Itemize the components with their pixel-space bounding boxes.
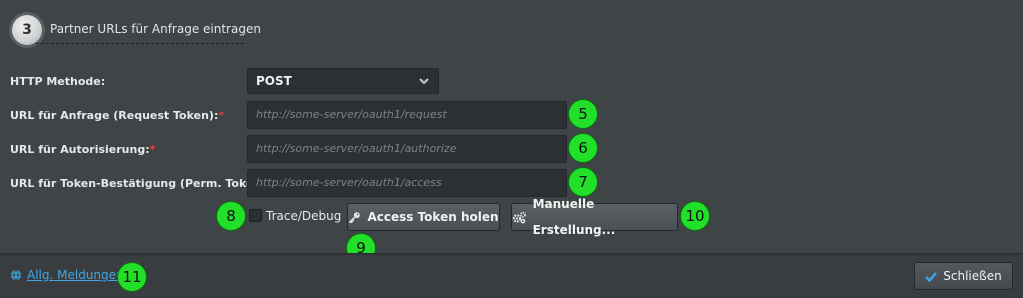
access-token-button-label: Access Token holen bbox=[367, 210, 499, 224]
authorize-url-label: URL für Autorisierung:* bbox=[10, 143, 156, 156]
required-marker: * bbox=[149, 143, 156, 156]
request-url-label: URL für Anfrage (Request Token):* bbox=[10, 109, 225, 122]
access-token-button[interactable]: Access Token holen bbox=[347, 203, 500, 231]
callout-badge-5: 5 bbox=[568, 99, 598, 129]
key-icon bbox=[349, 211, 361, 223]
general-messages-link[interactable]: Allg. Meldungen bbox=[27, 268, 124, 282]
manual-creation-button[interactable]: Manuelle Erstellung... bbox=[511, 197, 678, 237]
http-method-value: POST bbox=[256, 74, 292, 88]
dialog-footer bbox=[0, 253, 1023, 298]
callout-badge-8: 8 bbox=[216, 201, 246, 231]
authorize-url-input[interactable]: http://some-server/oauth1/authorize bbox=[247, 135, 567, 163]
callout-badge-6: 6 bbox=[568, 133, 598, 163]
access-url-placeholder: http://some-server/oauth1/access bbox=[256, 176, 442, 189]
step-divider bbox=[36, 43, 244, 44]
http-method-label: HTTP Methode: bbox=[10, 75, 106, 88]
close-button-label: Schließen bbox=[943, 269, 1002, 283]
trace-debug-label[interactable]: Trace/Debug bbox=[266, 209, 341, 223]
messages-link-row: Allg. Meldungen bbox=[10, 268, 124, 282]
request-url-input[interactable]: http://some-server/oauth1/request bbox=[247, 101, 567, 129]
required-marker: * bbox=[218, 109, 225, 122]
trace-debug-checkbox[interactable] bbox=[249, 209, 262, 222]
request-url-placeholder: http://some-server/oauth1/request bbox=[256, 108, 447, 121]
step-title: Partner URLs für Anfrage eintragen bbox=[50, 22, 261, 36]
checkmark-icon bbox=[925, 271, 938, 282]
gears-icon bbox=[512, 211, 526, 223]
close-button[interactable]: Schließen bbox=[914, 262, 1013, 290]
access-url-label: URL für Token-Bestätigung (Perm. Token):… bbox=[10, 177, 276, 190]
callout-badge-10: 10 bbox=[680, 201, 710, 231]
callout-badge-11: 11 bbox=[117, 262, 147, 292]
manual-creation-button-label: Manuelle Erstellung... bbox=[532, 197, 616, 237]
authorize-url-placeholder: http://some-server/oauth1/authorize bbox=[256, 142, 457, 155]
globe-icon bbox=[11, 269, 21, 281]
step-number-circle: 3 bbox=[12, 15, 42, 45]
access-url-input[interactable]: http://some-server/oauth1/access bbox=[247, 169, 567, 197]
http-method-select[interactable]: POST bbox=[247, 68, 439, 94]
oauth-partner-panel: 3 Partner URLs für Anfrage eintragen HTT… bbox=[0, 0, 1023, 263]
chevron-down-icon bbox=[419, 78, 429, 85]
